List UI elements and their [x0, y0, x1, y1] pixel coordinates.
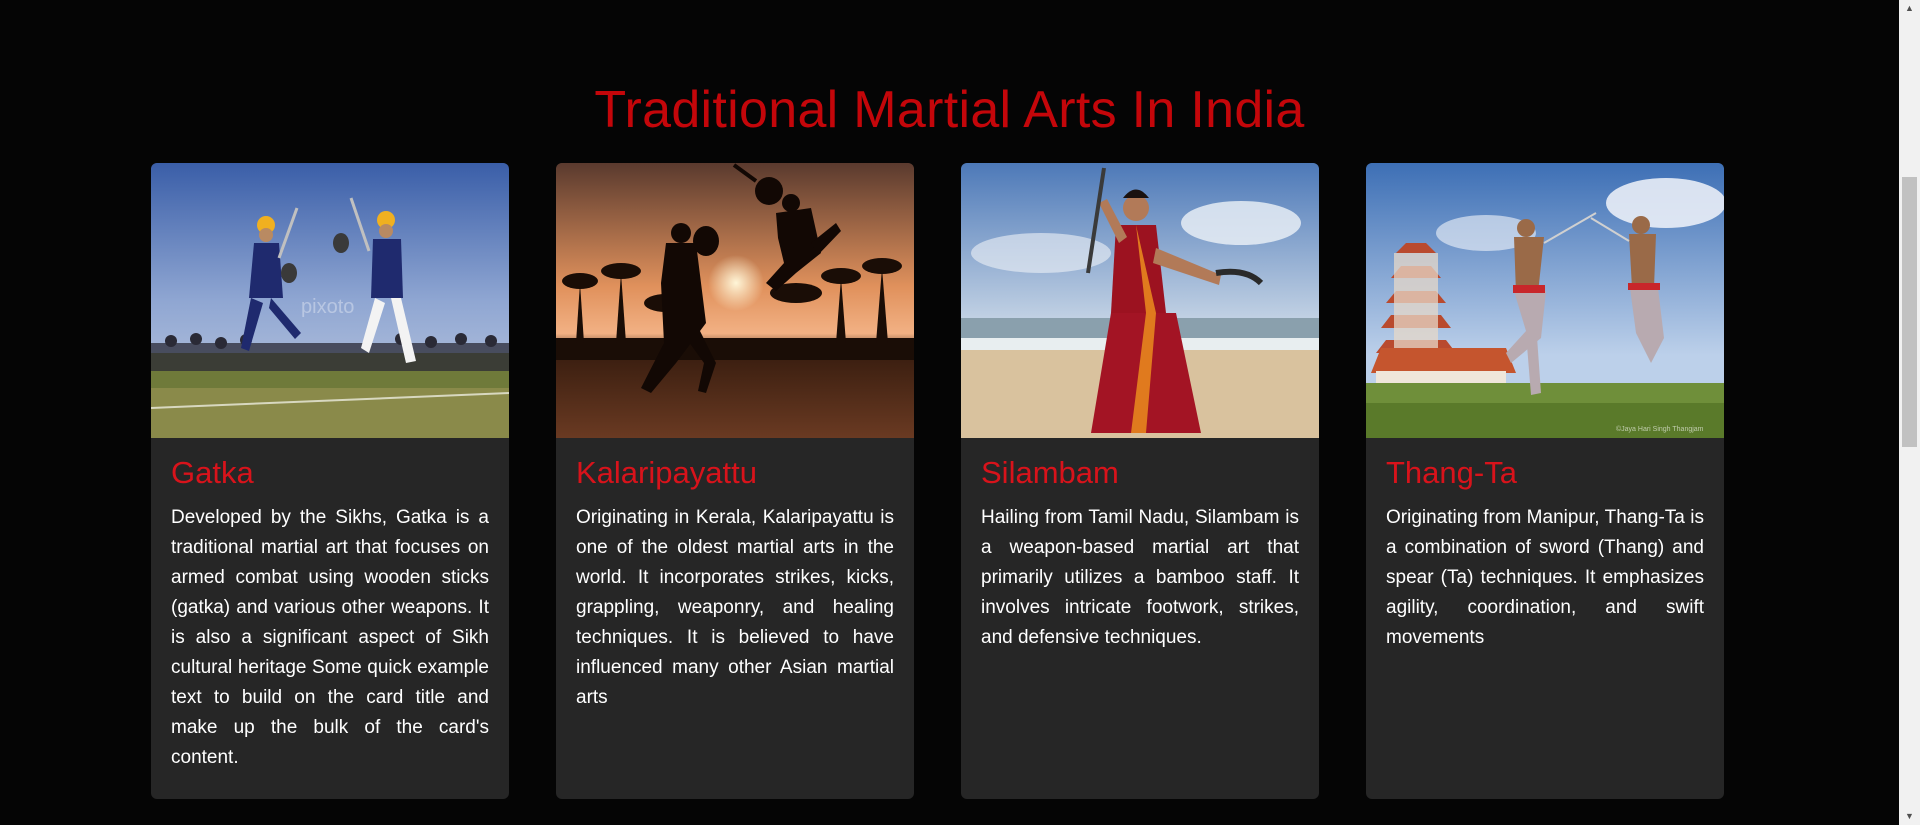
- card-image-silambam: [961, 163, 1319, 438]
- page: Traditional Martial Arts In India pixoto…: [0, 0, 1920, 825]
- scroll-up-icon[interactable]: ▲: [1899, 0, 1920, 17]
- gatka-image: pixoto: [151, 163, 509, 438]
- card-text: Originating from Manipur, Thang-Ta is a …: [1386, 507, 1704, 648]
- card-title: Silambam: [981, 455, 1119, 490]
- card-kalaripayattu: Kalaripayattu Originating in Kerala, Kal…: [556, 163, 914, 799]
- card-image-kalaripayattu: [556, 163, 914, 438]
- card-title: Kalaripayattu: [576, 455, 757, 490]
- scrollbar-thumb[interactable]: [1902, 177, 1917, 447]
- scroll-down-icon[interactable]: ▼: [1899, 808, 1920, 825]
- card-gatka: pixoto Gatka Developed by the Sikhs, Gat…: [151, 163, 509, 799]
- thang-ta-image: ©Jaya Hari Singh Thangjam: [1366, 163, 1724, 438]
- kalaripayattu-image: [556, 163, 914, 438]
- card-title: Thang-Ta: [1386, 455, 1517, 490]
- card-image-gatka: pixoto: [151, 163, 509, 438]
- card-silambam: Silambam Hailing from Tamil Nadu, Silamb…: [961, 163, 1319, 799]
- card-text: Developed by the Sikhs, Gatka is a tradi…: [171, 507, 489, 768]
- silambam-image: [961, 163, 1319, 438]
- card-text: Originating in Kerala, Kalaripayattu is …: [576, 507, 894, 708]
- vertical-scrollbar[interactable]: ▲ ▼: [1899, 0, 1920, 825]
- svg-text:pixoto: pixoto: [301, 296, 354, 318]
- page-title: Traditional Martial Arts In India: [594, 81, 1305, 139]
- card-title: Gatka: [171, 455, 254, 490]
- main-content: Traditional Martial Arts In India pixoto…: [0, 0, 1899, 825]
- svg-text:©Jaya Hari Singh Thangjam: ©Jaya Hari Singh Thangjam: [1616, 425, 1704, 433]
- card-thang-ta: ©Jaya Hari Singh Thangjam Thang-Ta Origi…: [1366, 163, 1724, 799]
- card-image-thang-ta: ©Jaya Hari Singh Thangjam: [1366, 163, 1724, 438]
- card-text: Hailing from Tamil Nadu, Silambam is a w…: [981, 507, 1299, 648]
